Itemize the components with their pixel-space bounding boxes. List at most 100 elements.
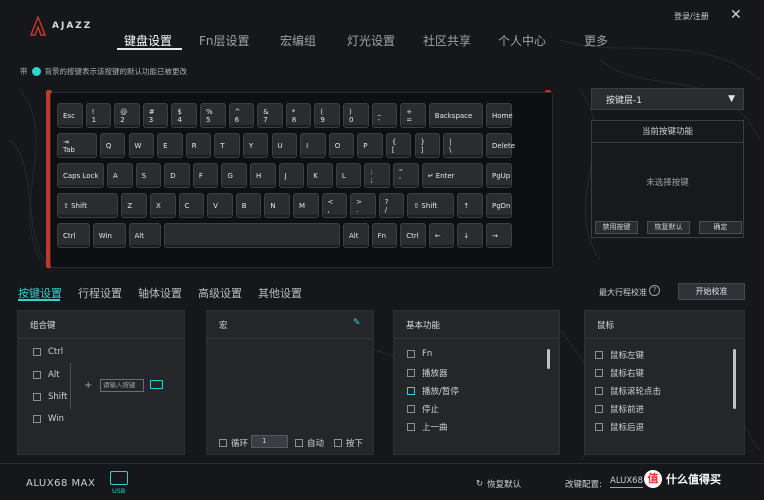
- mouse-item[interactable]: 鼠标右键: [595, 367, 644, 379]
- tab-travel-settings[interactable]: 行程设置: [78, 285, 122, 301]
- keycap[interactable]: Alt: [343, 223, 369, 248]
- config-select[interactable]: ALUX68: [610, 476, 643, 488]
- keycap[interactable]: W: [128, 133, 155, 158]
- mouse-item[interactable]: 鼠标后退: [595, 421, 644, 433]
- keycap[interactable]: H: [250, 163, 276, 188]
- keycap[interactable]: J: [278, 163, 305, 188]
- keycap[interactable]: E: [157, 133, 183, 158]
- keycap[interactable]: % 5: [200, 103, 226, 128]
- basic-item[interactable]: 停止: [407, 403, 439, 415]
- keycap[interactable]: S: [135, 163, 162, 188]
- keycap[interactable]: Q: [99, 133, 126, 158]
- macro-press[interactable]: 按下: [334, 437, 363, 449]
- combo-alt[interactable]: Alt: [33, 370, 60, 380]
- keycap[interactable]: C: [178, 193, 205, 218]
- keycap[interactable]: L: [335, 163, 362, 188]
- keycap[interactable]: " ': [393, 163, 419, 188]
- keycap[interactable]: ! 1: [85, 103, 112, 128]
- nav-macro[interactable]: 宏编组: [280, 32, 316, 49]
- mouse-item[interactable]: 鼠标滚轮点击: [595, 385, 661, 397]
- keycap[interactable]: ⇧ Shift: [407, 193, 455, 218]
- checkbox[interactable]: [33, 393, 41, 401]
- restore-defaults-button[interactable]: ↻ 恢复默认: [476, 478, 521, 490]
- keycap[interactable]: A: [107, 163, 133, 188]
- checkbox[interactable]: [33, 415, 41, 423]
- keycap[interactable]: Fn: [371, 223, 398, 248]
- keycap[interactable]: #3: [142, 103, 169, 128]
- checkbox[interactable]: [219, 439, 227, 447]
- keycap[interactable]: F: [192, 163, 219, 188]
- keycap[interactable]: Backspace: [428, 103, 483, 128]
- checkbox[interactable]: [407, 423, 415, 431]
- keycap[interactable]: (9: [314, 103, 340, 128]
- keycap[interactable]: Y: [242, 133, 269, 158]
- keycap[interactable]: R: [185, 133, 212, 158]
- nav-keyboard-settings[interactable]: 键盘设置: [124, 32, 172, 49]
- checkbox[interactable]: [334, 439, 342, 447]
- macro-auto[interactable]: 自动: [295, 437, 324, 449]
- keycap[interactable]: →: [486, 223, 512, 248]
- layer-dropdown[interactable]: 按键层-1 ▼: [591, 88, 744, 110]
- scrollbar[interactable]: [547, 349, 550, 369]
- keycap[interactable]: Alt: [128, 223, 162, 248]
- keycap[interactable]: N: [264, 193, 290, 218]
- keycap[interactable]: Home: [486, 103, 513, 128]
- keycap[interactable]: PgDn: [486, 193, 512, 218]
- keycap[interactable]: | \: [443, 133, 483, 158]
- checkbox[interactable]: [295, 439, 303, 447]
- checkbox[interactable]: [595, 423, 603, 431]
- keycap[interactable]: & 7: [257, 103, 283, 128]
- combo-win[interactable]: Win: [33, 414, 64, 424]
- scrollbar[interactable]: [733, 349, 736, 409]
- keycap[interactable]: :;: [364, 163, 391, 188]
- keycap[interactable]: I: [300, 133, 326, 158]
- keycap[interactable]: ) 0: [343, 103, 369, 128]
- tab-switch-settings[interactable]: 轴体设置: [138, 285, 182, 301]
- basic-item[interactable]: 播放/暂停: [407, 385, 459, 397]
- keycap[interactable]: PgUp: [486, 163, 512, 188]
- keycap[interactable]: Ctrl: [400, 223, 426, 248]
- keycap[interactable]: Z: [121, 193, 147, 218]
- checkbox[interactable]: [595, 369, 603, 377]
- checkbox[interactable]: [33, 371, 41, 379]
- keycap[interactable]: ←: [428, 223, 455, 248]
- basic-item[interactable]: 播放器: [407, 367, 448, 379]
- disable-key-button[interactable]: 禁用按键: [595, 221, 638, 234]
- nav-profile[interactable]: 个人中心: [498, 32, 546, 49]
- keycap[interactable]: O: [328, 133, 355, 158]
- start-calibration-button[interactable]: 开始校准: [678, 283, 745, 300]
- keycap[interactable]: M: [292, 193, 319, 218]
- basic-item[interactable]: Fn: [407, 349, 432, 359]
- keycap[interactable]: V: [207, 193, 233, 218]
- basic-item[interactable]: 上一曲: [407, 421, 448, 433]
- nav-community[interactable]: 社区共享: [423, 32, 471, 49]
- keycap[interactable]: $4: [171, 103, 197, 128]
- mouse-item[interactable]: 鼠标前进: [595, 403, 644, 415]
- keycap[interactable]: _ -: [371, 103, 398, 128]
- keycap[interactable]: + =: [400, 103, 426, 128]
- keycap[interactable]: >.: [350, 193, 376, 218]
- keycap[interactable]: {[: [385, 133, 412, 158]
- keycap[interactable]: U: [271, 133, 298, 158]
- keycap[interactable]: }]: [414, 133, 441, 158]
- keycap[interactable]: G: [221, 163, 248, 188]
- keycap[interactable]: K: [307, 163, 333, 188]
- keycap[interactable]: B: [235, 193, 262, 218]
- keycap[interactable]: <,: [321, 193, 348, 218]
- login-link[interactable]: 登录/注册: [674, 11, 709, 22]
- checkbox[interactable]: [407, 369, 415, 377]
- keycap[interactable]: ^ 6: [228, 103, 255, 128]
- keycap[interactable]: Caps Lock: [57, 163, 105, 188]
- keycap[interactable]: ⇧ Shift: [57, 193, 119, 218]
- nav-fn-layer[interactable]: Fn层设置: [199, 32, 250, 49]
- keycap[interactable]: P: [357, 133, 383, 158]
- restore-default-button[interactable]: 恢复默认: [647, 221, 690, 234]
- keycap[interactable]: T: [214, 133, 240, 158]
- tab-advanced-settings[interactable]: 高级设置: [198, 285, 242, 301]
- checkbox[interactable]: [407, 405, 415, 413]
- keycap[interactable]: Ctrl: [57, 223, 90, 248]
- keycap[interactable]: ? /: [378, 193, 405, 218]
- help-icon[interactable]: ?: [649, 285, 660, 296]
- keycap[interactable]: D: [164, 163, 190, 188]
- keycap[interactable]: [164, 223, 340, 248]
